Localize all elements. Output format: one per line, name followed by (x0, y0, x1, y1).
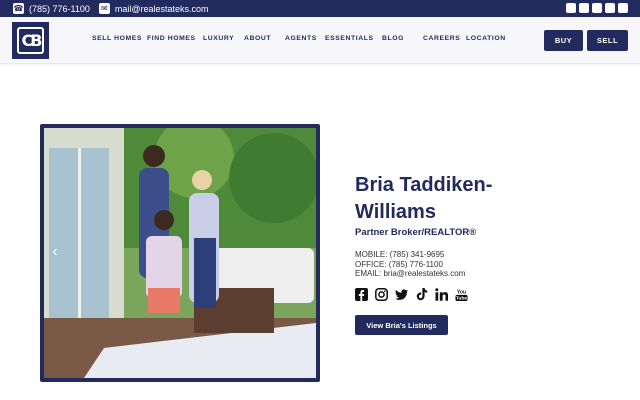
phone-number[interactable]: (785) 776-1100 (29, 4, 90, 14)
nav-location[interactable]: LOCATION (466, 35, 506, 42)
tiktok-icon[interactable] (618, 3, 628, 13)
nav-luxury[interactable]: LUXURY (203, 35, 234, 42)
nav-about[interactable]: ABOUT (244, 35, 271, 42)
agent-email[interactable]: EMAIL: bria@realestateks.com (355, 269, 465, 279)
agent-contacts: MOBILE: (785) 341-9695 OFFICE: (785) 776… (355, 250, 465, 279)
tiktok-icon[interactable] (415, 288, 428, 301)
facebook-icon[interactable] (566, 3, 576, 13)
coldwell-banker-logo[interactable]: CB (12, 22, 49, 59)
linkedin-icon[interactable] (592, 3, 602, 13)
phone-contact[interactable]: ☎ (785) 776-1100 (13, 3, 90, 14)
instagram-icon[interactable] (375, 288, 388, 301)
instagram-icon[interactable] (579, 3, 589, 13)
facebook-icon[interactable] (355, 288, 368, 301)
twitter-icon[interactable] (395, 288, 408, 301)
nav-blog[interactable]: BLOG (382, 35, 404, 42)
agent-social-links: You Tube (355, 288, 468, 301)
agent-mobile[interactable]: MOBILE: (785) 341-9695 (355, 250, 465, 260)
top-contact-bar: ☎ (785) 776-1100 ✉ mail@realestateks.com (0, 0, 640, 17)
email-address[interactable]: mail@realestateks.com (115, 4, 209, 14)
bookmark-icon[interactable] (605, 3, 615, 13)
svg-text:You: You (457, 289, 466, 295)
agent-title: Partner Broker/REALTOR® (355, 227, 477, 238)
mail-icon: ✉ (98, 3, 110, 14)
nav-agents[interactable]: AGENTS (285, 35, 317, 42)
linkedin-icon[interactable] (435, 288, 448, 301)
topbar-social-links (566, 3, 628, 13)
phone-icon: ☎ (13, 3, 24, 14)
nav-essentials[interactable]: ESSENTIALS (325, 35, 374, 42)
agent-photo (40, 124, 320, 382)
site-header: CB SELL HOMES FIND HOMES LUXURY ABOUT AG… (0, 17, 640, 64)
buy-button[interactable]: BUY (544, 30, 583, 51)
agent-name: Bria Taddiken-Williams (355, 174, 493, 223)
nav-sell-homes[interactable]: SELL HOMES (92, 35, 142, 42)
email-contact[interactable]: ✉ mail@realestateks.com (98, 3, 209, 14)
svg-text:Tube: Tube (456, 295, 467, 301)
sell-button[interactable]: SELL (587, 30, 628, 51)
nav-careers[interactable]: CAREERS (423, 35, 460, 42)
view-listings-button[interactable]: View Bria's Listings (355, 315, 448, 335)
nav-find-homes[interactable]: FIND HOMES (147, 35, 196, 42)
logo-mark: CB (17, 27, 44, 54)
agent-office[interactable]: OFFICE: (785) 776-1100 (355, 260, 465, 270)
youtube-icon[interactable]: You Tube (455, 288, 468, 301)
chevron-left-icon[interactable]: ‹ (48, 242, 62, 262)
